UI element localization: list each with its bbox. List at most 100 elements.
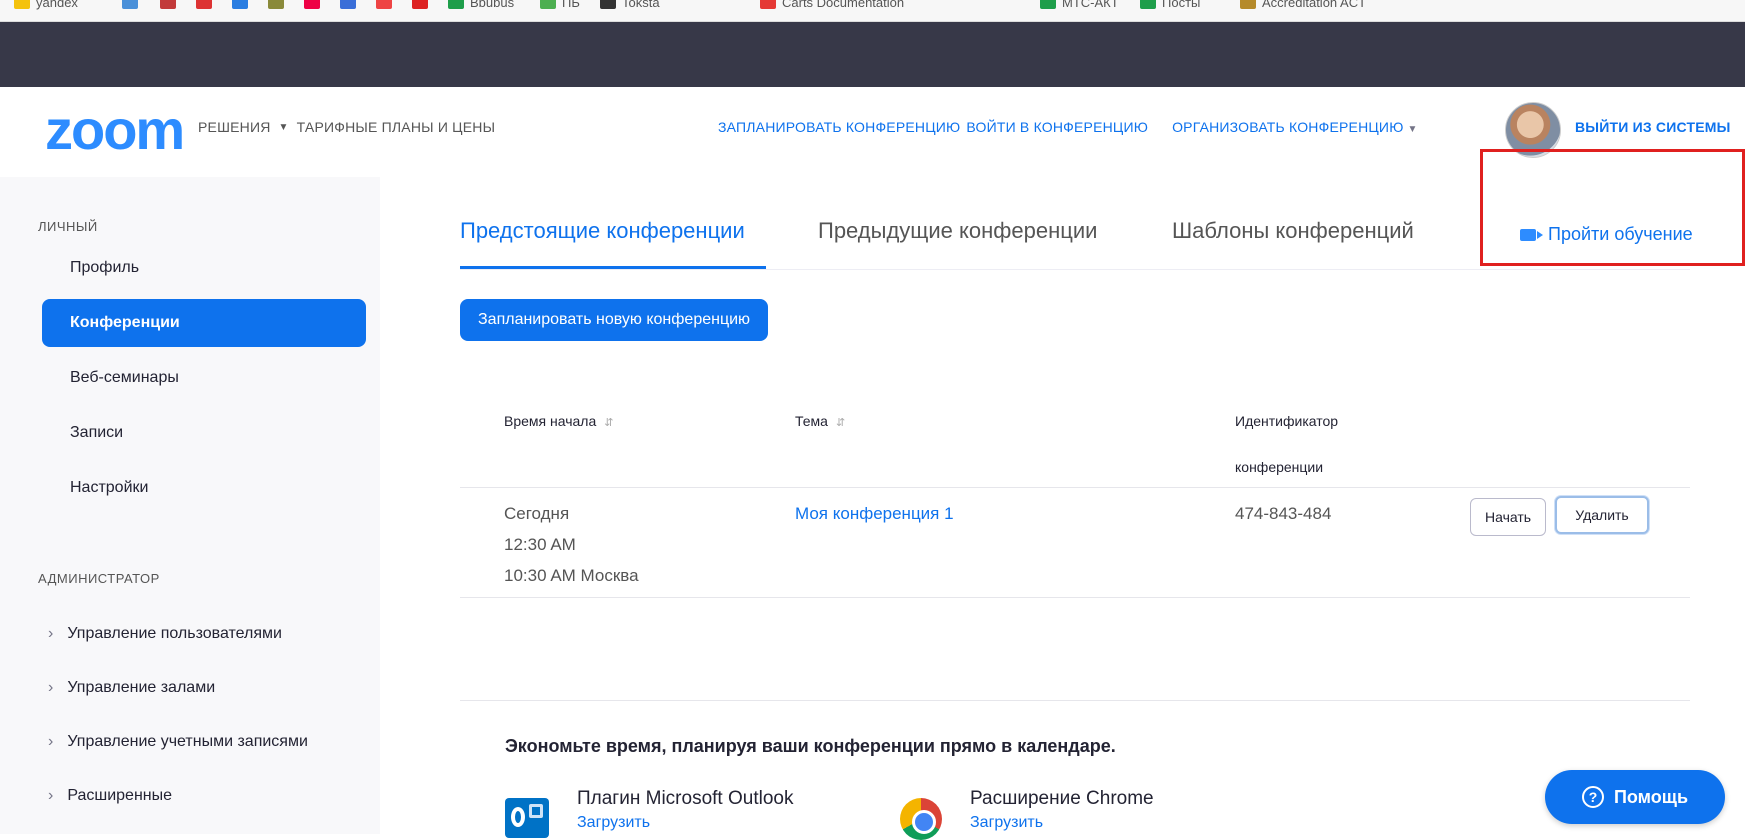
bookmark-item[interactable]: Toksta bbox=[600, 0, 660, 10]
bookmark-item[interactable]: yandex bbox=[14, 0, 78, 10]
outlook-plugin: Плагин Microsoft Outlook Загрузить bbox=[505, 788, 793, 838]
bookmark-item[interactable]: ПБ bbox=[540, 0, 580, 10]
outlook-download-link[interactable]: Загрузить bbox=[577, 814, 793, 832]
bookmark-icon bbox=[412, 0, 428, 9]
nav-solutions[interactable]: РЕШЕНИЯ bbox=[198, 119, 271, 135]
table-divider bbox=[460, 597, 1690, 598]
bookmark-item[interactable]: Bbubus bbox=[448, 0, 514, 10]
bookmark-icon bbox=[1040, 0, 1056, 9]
question-icon: ? bbox=[1581, 786, 1604, 808]
sidebar-section-admin: АДМИНИСТРАТОР bbox=[38, 571, 160, 586]
chrome-extension-name: Расширение Chrome bbox=[970, 788, 1154, 809]
bookmark-item[interactable] bbox=[340, 0, 356, 10]
tab-templates[interactable]: Шаблоны конференций bbox=[1172, 218, 1414, 244]
tab-previous[interactable]: Предыдущие конференции bbox=[818, 218, 1097, 244]
sidebar-item-recordings[interactable]: Записи bbox=[42, 409, 366, 457]
bookmark-icon bbox=[340, 0, 356, 9]
column-header-topic[interactable]: Тема ⇵ bbox=[795, 413, 845, 429]
bookmark-icon bbox=[760, 0, 776, 9]
nav-host-label: ОРГАНИЗОВАТЬ КОНФЕРЕНЦИЮ bbox=[1172, 119, 1404, 135]
row-start-time: 12:30 AM bbox=[504, 535, 576, 554]
sidebar-item-room-management[interactable]: › Управление залами bbox=[48, 679, 215, 697]
caret-down-icon: ▼ bbox=[1407, 124, 1418, 135]
bookmark-item[interactable] bbox=[412, 0, 428, 10]
top-banner bbox=[0, 22, 1745, 87]
bookmark-icon bbox=[540, 0, 556, 9]
caret-down-icon: ▼ bbox=[278, 121, 289, 133]
sidebar-item-label: Расширенные bbox=[67, 787, 173, 804]
nav-host-meeting[interactable]: ОРГАНИЗОВАТЬ КОНФЕРЕНЦИЮ ▼ bbox=[1172, 119, 1418, 135]
chevron-right-icon: › bbox=[48, 679, 54, 696]
outlook-icon bbox=[505, 798, 549, 838]
bookmark-icon bbox=[600, 0, 616, 9]
bookmark-item[interactable] bbox=[376, 0, 392, 10]
bookmark-icon bbox=[232, 0, 248, 9]
schedule-new-meeting-button[interactable]: Запланировать новую конференцию bbox=[460, 299, 769, 341]
sidebar-item-user-management[interactable]: › Управление пользователями bbox=[48, 625, 282, 643]
nav-right: ЗАПЛАНИРОВАТЬ КОНФЕРЕНЦИЮ ВОЙТИ В КОНФЕР… bbox=[718, 119, 1418, 135]
bookmark-item[interactable] bbox=[268, 0, 284, 10]
sidebar-item-label: Управление пользователями bbox=[67, 625, 282, 642]
bookmark-item[interactable] bbox=[160, 0, 176, 10]
training-link[interactable]: Пройти обучение bbox=[1520, 224, 1693, 245]
chrome-download-link[interactable]: Загрузить bbox=[970, 814, 1154, 832]
sidebar-item-profile[interactable]: Профиль bbox=[42, 244, 366, 292]
bookmark-icon bbox=[160, 0, 176, 9]
help-button[interactable]: ? Помощь bbox=[1545, 770, 1725, 824]
zoom-logo[interactable]: zoom bbox=[45, 102, 185, 158]
table-divider bbox=[460, 487, 1690, 488]
column-header-meeting-id: Идентификатор bbox=[1235, 413, 1339, 429]
bookmark-item[interactable]: MTC-АКТ bbox=[1040, 0, 1119, 10]
column-header-meeting-id-line2: конференции bbox=[1235, 459, 1324, 475]
bookmark-item[interactable]: Посты bbox=[1140, 0, 1200, 10]
row-start-day: Сегодня bbox=[504, 504, 570, 523]
sidebar-item-label: Управление залами bbox=[67, 679, 216, 696]
training-label: Пройти обучение bbox=[1548, 224, 1693, 244]
bookmark-item[interactable] bbox=[232, 0, 248, 10]
chrome-extension: Расширение Chrome Загрузить bbox=[900, 788, 1154, 840]
outlook-plugin-name: Плагин Microsoft Outlook bbox=[577, 788, 794, 809]
sidebar-item-settings[interactable]: Настройки bbox=[42, 464, 366, 512]
bookmark-item[interactable] bbox=[122, 0, 138, 10]
video-camera-icon bbox=[1520, 228, 1543, 241]
sidebar-item-label: Управление учетными записями bbox=[67, 733, 308, 750]
nav-left: РЕШЕНИЯ ▼ ТАРИФНЫЕ ПЛАНЫ И ЦЕНЫ bbox=[198, 119, 495, 135]
sidebar-item-meetings[interactable]: Конференции bbox=[42, 299, 366, 347]
bookmark-icon bbox=[122, 0, 138, 9]
bookmark-icon bbox=[376, 0, 392, 9]
nav-schedule-meeting[interactable]: ЗАПЛАНИРОВАТЬ КОНФЕРЕНЦИЮ bbox=[718, 119, 960, 135]
row-meeting-id: 474-843-484 bbox=[1235, 504, 1332, 523]
sidebar-section-personal: ЛИЧНЫЙ bbox=[38, 219, 98, 234]
sign-out-link[interactable]: ВЫЙТИ ИЗ СИСТЕМЫ bbox=[1575, 119, 1731, 135]
meeting-tabs: Предстоящие конференции Предыдущие конфе… bbox=[460, 215, 1690, 270]
chevron-right-icon: › bbox=[48, 787, 54, 804]
sort-icon: ⇵ bbox=[835, 417, 846, 429]
section-divider bbox=[460, 700, 1690, 701]
chevron-right-icon: › bbox=[48, 733, 54, 750]
row-topic-link[interactable]: Моя конференция 1 bbox=[795, 498, 954, 529]
start-meeting-button[interactable]: Начать bbox=[1470, 498, 1547, 536]
bookmark-item[interactable] bbox=[304, 0, 320, 10]
bookmark-item[interactable]: Accreditation ACT bbox=[1240, 0, 1366, 10]
bookmark-icon bbox=[1140, 0, 1156, 9]
delete-meeting-button[interactable]: Удалить bbox=[1555, 496, 1649, 534]
bookmark-icon bbox=[268, 0, 284, 9]
bookmark-icon bbox=[1240, 0, 1256, 9]
nav-join-meeting[interactable]: ВОЙТИ В КОНФЕРЕНЦИЮ bbox=[966, 119, 1148, 135]
column-header-label: Тема bbox=[795, 413, 828, 429]
row-start-time-local: 10:30 AM Москва bbox=[504, 566, 639, 585]
bookmark-icon bbox=[196, 0, 212, 9]
nav-plans[interactable]: ТАРИФНЫЕ ПЛАНЫ И ЦЕНЫ bbox=[297, 119, 496, 135]
column-header-start-time[interactable]: Время начала ⇵ bbox=[504, 413, 613, 429]
bookmarks-bar: yandex Bbubus ПБ Toksta Carts Documentat… bbox=[0, 0, 1745, 22]
sidebar-item-account-management[interactable]: › Управление учетными записями bbox=[48, 733, 308, 751]
sidebar-item-webinars[interactable]: Веб-семинары bbox=[42, 354, 366, 402]
tab-upcoming[interactable]: Предстоящие конференции bbox=[460, 218, 745, 244]
top-nav: zoom РЕШЕНИЯ ▼ ТАРИФНЫЕ ПЛАНЫ И ЦЕНЫ ЗАП… bbox=[0, 87, 1745, 266]
bookmark-item[interactable]: Carts Documentation bbox=[760, 0, 904, 10]
bookmark-icon bbox=[304, 0, 320, 9]
sidebar-item-advanced[interactable]: › Расширенные bbox=[48, 787, 172, 805]
bookmark-item[interactable] bbox=[196, 0, 212, 10]
calendar-promo-title: Экономьте время, планируя ваши конференц… bbox=[505, 736, 1116, 756]
column-header-label: Время начала bbox=[504, 413, 597, 429]
